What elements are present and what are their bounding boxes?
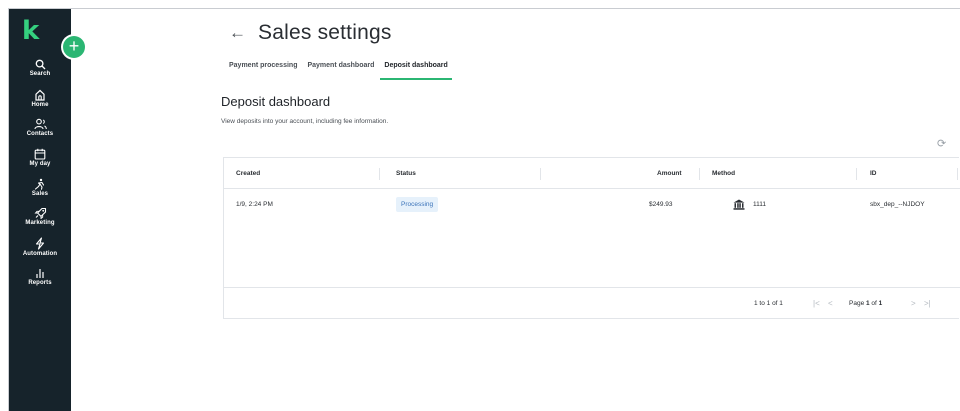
sidebar-item-label: Reports bbox=[28, 280, 52, 286]
next-page-button[interactable]: > bbox=[911, 299, 916, 308]
pagination-range: 1 to 1 of 1 bbox=[754, 300, 783, 307]
sidebar-item-marketing[interactable]: Marketing bbox=[9, 207, 71, 226]
main-content: ← Sales settings Payment processing Paym… bbox=[71, 9, 960, 411]
sidebar-item-label: Home bbox=[31, 102, 49, 108]
cell-method: 1111 bbox=[753, 201, 767, 208]
sidebar-item-reports[interactable]: Reports bbox=[9, 267, 71, 286]
sidebar-item-home[interactable]: Home bbox=[9, 89, 71, 108]
last-page-button[interactable]: >| bbox=[924, 299, 931, 308]
page-title: Sales settings bbox=[258, 21, 392, 44]
column-divider bbox=[957, 168, 958, 180]
tab-payment-dashboard[interactable]: Payment dashboard bbox=[307, 62, 374, 80]
column-divider bbox=[856, 168, 857, 180]
page-prefix: Page bbox=[849, 300, 866, 307]
cell-created: 1/9, 2:24 PM bbox=[236, 201, 273, 208]
calendar-icon bbox=[34, 148, 46, 160]
sidebar: k Search Home Contacts My day Sales Mark… bbox=[9, 9, 71, 411]
sidebar-item-sales[interactable]: Sales bbox=[9, 178, 71, 197]
page-indicator: Page 1 of 1 bbox=[849, 300, 882, 307]
bank-icon bbox=[733, 199, 745, 210]
app-window: k Search Home Contacts My day Sales Mark… bbox=[8, 8, 960, 411]
sidebar-item-label: Search bbox=[29, 71, 51, 77]
reports-icon bbox=[36, 269, 44, 278]
keap-logo: k bbox=[22, 16, 40, 46]
marketing-icon bbox=[34, 207, 46, 219]
previous-page-button[interactable]: < bbox=[828, 299, 833, 308]
column-divider bbox=[379, 168, 380, 180]
sidebar-item-label: Automation bbox=[22, 251, 58, 257]
tab-deposit-dashboard[interactable]: Deposit dashboard bbox=[380, 62, 452, 80]
table-pagination: 1 to 1 of 1 |< < Page 1 of 1 > >| bbox=[224, 287, 960, 319]
automation-icon bbox=[35, 237, 45, 250]
sidebar-item-label: My day bbox=[29, 161, 51, 167]
section-title: Deposit dashboard bbox=[221, 94, 331, 109]
table-header: Created Status Amount Method ID bbox=[224, 158, 960, 189]
column-divider bbox=[699, 168, 700, 180]
status-badge: Processing bbox=[396, 197, 439, 212]
page-of: of bbox=[869, 300, 879, 307]
home-icon bbox=[35, 89, 45, 101]
add-button[interactable]: + bbox=[63, 36, 85, 58]
contacts-icon bbox=[33, 118, 47, 130]
sales-icon bbox=[34, 178, 45, 190]
settings-tabs: Payment processing Payment dashboard Dep… bbox=[229, 62, 462, 80]
sidebar-item-label: Contacts bbox=[26, 131, 54, 137]
search-icon bbox=[35, 59, 45, 70]
refresh-icon[interactable]: ⟳ bbox=[937, 137, 946, 150]
tab-payment-processing[interactable]: Payment processing bbox=[229, 62, 297, 80]
cell-id: sbx_dep_--NJDOY bbox=[870, 201, 925, 208]
column-header-id[interactable]: ID bbox=[870, 170, 877, 177]
cell-amount: $249.93 bbox=[649, 201, 673, 208]
sidebar-item-label: Sales bbox=[31, 191, 49, 197]
sidebar-item-my-day[interactable]: My day bbox=[9, 148, 71, 167]
column-header-method[interactable]: Method bbox=[712, 170, 735, 177]
sidebar-item-search[interactable]: Search bbox=[9, 59, 71, 77]
section-description: View deposits into your account, includi… bbox=[221, 118, 389, 125]
page-header: ← Sales settings bbox=[229, 21, 392, 45]
arrow-left-icon[interactable]: ← bbox=[229, 23, 246, 43]
column-header-created[interactable]: Created bbox=[236, 170, 260, 177]
column-header-amount[interactable]: Amount bbox=[657, 170, 682, 177]
deposits-table: Created Status Amount Method ID 1/9, 2:2… bbox=[223, 157, 960, 319]
page-total: 1 bbox=[878, 300, 883, 307]
column-divider bbox=[540, 168, 541, 180]
column-header-status[interactable]: Status bbox=[396, 170, 416, 177]
table-row[interactable]: 1/9, 2:24 PM Processing $249.93 1111 sbx… bbox=[224, 189, 960, 221]
first-page-button[interactable]: |< bbox=[813, 299, 820, 308]
sidebar-item-contacts[interactable]: Contacts bbox=[9, 118, 71, 137]
sidebar-item-automation[interactable]: Automation bbox=[9, 237, 71, 257]
sidebar-item-label: Marketing bbox=[25, 220, 55, 226]
